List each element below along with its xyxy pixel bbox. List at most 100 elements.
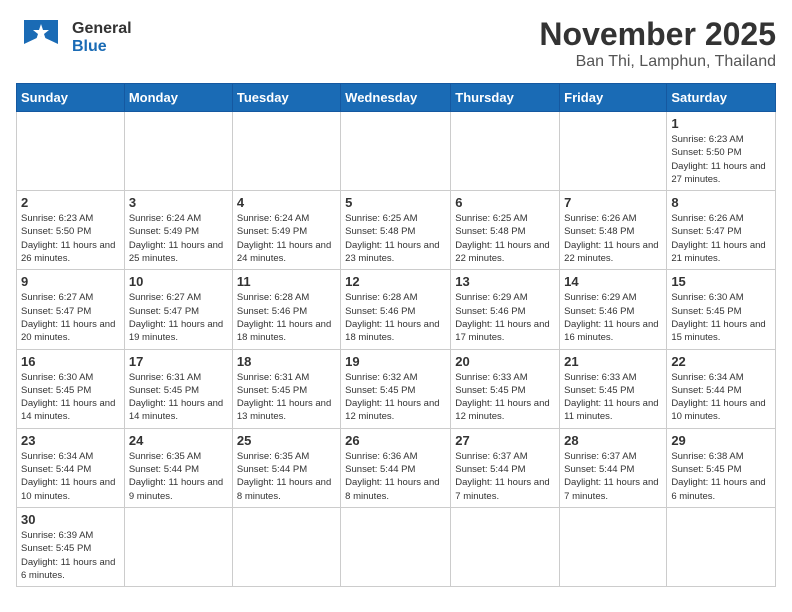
day-number: 13 [455,274,555,289]
header-monday: Monday [124,84,232,112]
day-info: Sunrise: 6:31 AM Sunset: 5:45 PM Dayligh… [129,371,228,424]
calendar-header-row: SundayMondayTuesdayWednesdayThursdayFrid… [17,84,776,112]
day-info: Sunrise: 6:27 AM Sunset: 5:47 PM Dayligh… [21,291,120,344]
day-info: Sunrise: 6:37 AM Sunset: 5:44 PM Dayligh… [455,450,555,503]
calendar-cell [667,507,776,586]
day-number: 7 [564,195,662,210]
day-info: Sunrise: 6:36 AM Sunset: 5:44 PM Dayligh… [345,450,446,503]
day-info: Sunrise: 6:31 AM Sunset: 5:45 PM Dayligh… [237,371,336,424]
day-info: Sunrise: 6:33 AM Sunset: 5:45 PM Dayligh… [455,371,555,424]
day-info: Sunrise: 6:26 AM Sunset: 5:47 PM Dayligh… [671,212,771,265]
calendar-cell [341,112,451,191]
day-number: 15 [671,274,771,289]
day-number: 28 [564,433,662,448]
calendar-cell [124,507,232,586]
calendar-cell [560,112,667,191]
month-title: November 2025 [539,16,776,53]
day-number: 10 [129,274,228,289]
calendar-cell: 14 Sunrise: 6:29 AM Sunset: 5:46 PM Dayli… [560,270,667,349]
day-number: 20 [455,354,555,369]
day-number: 29 [671,433,771,448]
day-number: 8 [671,195,771,210]
calendar-cell: 30 Sunrise: 6:39 AM Sunset: 5:45 PM Dayli… [17,507,125,586]
calendar-cell [560,507,667,586]
day-info: Sunrise: 6:35 AM Sunset: 5:44 PM Dayligh… [129,450,228,503]
day-info: Sunrise: 6:38 AM Sunset: 5:45 PM Dayligh… [671,450,771,503]
day-number: 3 [129,195,228,210]
day-number: 30 [21,512,120,527]
day-info: Sunrise: 6:25 AM Sunset: 5:48 PM Dayligh… [455,212,555,265]
calendar-cell: 10 Sunrise: 6:27 AM Sunset: 5:47 PM Dayli… [124,270,232,349]
title-section: November 2025 Ban Thi, Lamphun, Thailand [539,16,776,71]
day-info: Sunrise: 6:37 AM Sunset: 5:44 PM Dayligh… [564,450,662,503]
day-number: 9 [21,274,120,289]
calendar-cell [124,112,232,191]
day-number: 27 [455,433,555,448]
calendar-cell: 19 Sunrise: 6:32 AM Sunset: 5:45 PM Dayli… [341,349,451,428]
calendar-cell: 17 Sunrise: 6:31 AM Sunset: 5:45 PM Dayli… [124,349,232,428]
calendar-cell [451,112,560,191]
calendar-cell [17,112,125,191]
header-saturday: Saturday [667,84,776,112]
logo: General Blue [16,16,132,60]
day-number: 17 [129,354,228,369]
calendar-cell: 8 Sunrise: 6:26 AM Sunset: 5:47 PM Daylig… [667,191,776,270]
header: General Blue November 2025 Ban Thi, Lamp… [16,16,776,71]
day-info: Sunrise: 6:25 AM Sunset: 5:48 PM Dayligh… [345,212,446,265]
day-number: 19 [345,354,446,369]
calendar-cell [341,507,451,586]
calendar-cell: 23Sunrise: 6:34 AM Sunset: 5:44 PM Dayli… [17,428,125,507]
day-info: Sunrise: 6:30 AM Sunset: 5:45 PM Dayligh… [671,291,771,344]
header-thursday: Thursday [451,84,560,112]
calendar-cell: 27 Sunrise: 6:37 AM Sunset: 5:44 PM Dayli… [451,428,560,507]
day-number: 14 [564,274,662,289]
calendar-cell: 11Sunrise: 6:28 AM Sunset: 5:46 PM Dayli… [232,270,340,349]
calendar-cell [232,507,340,586]
day-info: Sunrise: 6:34 AM Sunset: 5:44 PM Dayligh… [21,450,120,503]
calendar-cell: 22 Sunrise: 6:34 AM Sunset: 5:44 PM Dayli… [667,349,776,428]
day-info: Sunrise: 6:32 AM Sunset: 5:45 PM Dayligh… [345,371,446,424]
day-info: Sunrise: 6:26 AM Sunset: 5:48 PM Dayligh… [564,212,662,265]
day-info: Sunrise: 6:23 AM Sunset: 5:50 PM Dayligh… [21,212,120,265]
calendar-cell: 24 Sunrise: 6:35 AM Sunset: 5:44 PM Dayli… [124,428,232,507]
calendar-cell: 28 Sunrise: 6:37 AM Sunset: 5:44 PM Dayli… [560,428,667,507]
logo-blue-text: Blue [72,38,132,56]
day-number: 5 [345,195,446,210]
logo-text: General Blue [72,20,132,56]
header-tuesday: Tuesday [232,84,340,112]
calendar-cell: 29 Sunrise: 6:38 AM Sunset: 5:45 PM Dayli… [667,428,776,507]
calendar-cell: 16Sunrise: 6:30 AM Sunset: 5:45 PM Dayli… [17,349,125,428]
calendar-cell: 1 Sunrise: 6:23 AM Sunset: 5:50 PM Daylig… [667,112,776,191]
day-number: 1 [671,116,771,131]
day-number: 24 [129,433,228,448]
calendar-cell: 26Sunrise: 6:36 AM Sunset: 5:44 PM Dayli… [341,428,451,507]
calendar-cell: 4 Sunrise: 6:24 AM Sunset: 5:49 PM Daylig… [232,191,340,270]
page: General Blue November 2025 Ban Thi, Lamp… [0,0,792,603]
logo-general-text: General [72,20,132,38]
day-number: 21 [564,354,662,369]
day-number: 25 [237,433,336,448]
day-info: Sunrise: 6:28 AM Sunset: 5:46 PM Dayligh… [237,291,336,344]
day-info: Sunrise: 6:24 AM Sunset: 5:49 PM Dayligh… [237,212,336,265]
calendar-cell: 18Sunrise: 6:31 AM Sunset: 5:45 PM Dayli… [232,349,340,428]
day-info: Sunrise: 6:28 AM Sunset: 5:46 PM Dayligh… [345,291,446,344]
day-info: Sunrise: 6:39 AM Sunset: 5:45 PM Dayligh… [21,529,120,582]
day-number: 4 [237,195,336,210]
calendar-cell: 25 Sunrise: 6:35 AM Sunset: 5:44 PM Dayli… [232,428,340,507]
calendar-cell: 3 Sunrise: 6:24 AM Sunset: 5:49 PM Daylig… [124,191,232,270]
day-number: 6 [455,195,555,210]
week-row-4: 16Sunrise: 6:30 AM Sunset: 5:45 PM Dayli… [17,349,776,428]
day-info: Sunrise: 6:29 AM Sunset: 5:46 PM Dayligh… [564,291,662,344]
day-info: Sunrise: 6:27 AM Sunset: 5:47 PM Dayligh… [129,291,228,344]
day-number: 2 [21,195,120,210]
day-info: Sunrise: 6:24 AM Sunset: 5:49 PM Dayligh… [129,212,228,265]
day-info: Sunrise: 6:34 AM Sunset: 5:44 PM Dayligh… [671,371,771,424]
week-row-6: 30 Sunrise: 6:39 AM Sunset: 5:45 PM Dayli… [17,507,776,586]
day-info: Sunrise: 6:35 AM Sunset: 5:44 PM Dayligh… [237,450,336,503]
calendar-cell: 13Sunrise: 6:29 AM Sunset: 5:46 PM Dayli… [451,270,560,349]
location: Ban Thi, Lamphun, Thailand [539,53,776,71]
header-friday: Friday [560,84,667,112]
day-number: 12 [345,274,446,289]
day-number: 22 [671,354,771,369]
day-info: Sunrise: 6:23 AM Sunset: 5:50 PM Dayligh… [671,133,771,186]
